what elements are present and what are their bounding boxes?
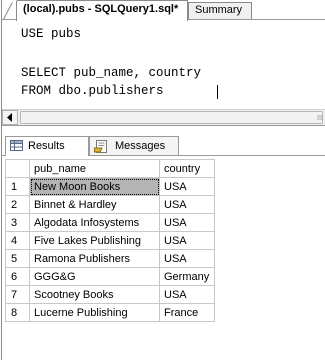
table-row: 3 Algodata Infosystems USA	[5, 213, 215, 232]
grid-cell-pub-name[interactable]: New Moon Books	[29, 177, 160, 196]
grid-cell-country[interactable]: USA	[159, 177, 215, 196]
tab-summary[interactable]: Summary	[188, 2, 252, 19]
column-header-country[interactable]: country	[159, 159, 215, 178]
grid-cell-country[interactable]: USA	[159, 195, 215, 214]
tab-sqlquery1[interactable]: (local).pubs - SQLQuery1.sql*	[16, 0, 188, 21]
table-row: 8 Lucerne Publishing France	[5, 303, 215, 322]
grid-cell-pub-name[interactable]: Lucerne Publishing	[29, 303, 160, 322]
results-panel: Results Messages pub_name country 1 New …	[2, 125, 325, 360]
tab-messages-label: Messages	[115, 140, 166, 152]
grid-cell-pub-name[interactable]: Binnet & Hardley	[29, 195, 160, 214]
table-row: 4 Five Lakes Publishing USA	[5, 231, 215, 250]
grid-cell-pub-name[interactable]: Scootney Books	[29, 285, 160, 304]
grid-icon	[10, 140, 23, 157]
code-line-4: FROM dbo.publishers	[21, 84, 164, 98]
grid-cell-country[interactable]: USA	[159, 249, 215, 268]
tab-messages[interactable]: Messages	[89, 136, 179, 155]
column-header-pub-name[interactable]: pub_name	[29, 159, 160, 178]
grid-cell-country[interactable]: USA	[159, 231, 215, 250]
text-caret	[217, 85, 218, 99]
tab-results-label: Results	[28, 140, 65, 152]
row-number[interactable]: 6	[5, 267, 30, 286]
grid-cell-country[interactable]: USA	[159, 213, 215, 232]
row-number[interactable]: 3	[5, 213, 30, 232]
row-number[interactable]: 8	[5, 303, 30, 322]
tab-results[interactable]: Results	[5, 136, 89, 156]
query-window: (local).pubs - SQLQuery1.sql* Summary US…	[0, 0, 325, 360]
scroll-left-button[interactable]	[2, 110, 18, 125]
row-number[interactable]: 2	[5, 195, 30, 214]
horizontal-scrollbar[interactable]: III	[2, 109, 325, 125]
table-row: 2 Binnet & Hardley USA	[5, 195, 215, 214]
row-number-header[interactable]	[5, 159, 30, 178]
table-row: 1 New Moon Books USA	[5, 177, 215, 196]
grid-cell-pub-name[interactable]: Ramona Publishers	[29, 249, 160, 268]
code-line-1: USE pubs	[21, 27, 82, 41]
table-row: 6 GGG&G Germany	[5, 267, 215, 286]
sql-editor[interactable]: USE pubs SELECT pub_name, country FROM d…	[2, 20, 325, 109]
document-tab-strip: (local).pubs - SQLQuery1.sql* Summary	[2, 0, 325, 21]
row-number[interactable]: 7	[5, 285, 30, 304]
grid-cell-country[interactable]: Germany	[159, 267, 215, 286]
chevron-left-icon	[6, 113, 14, 124]
grid-cell-country[interactable]: USA	[159, 285, 215, 304]
row-number[interactable]: 4	[5, 231, 30, 250]
scroll-grip: III	[317, 115, 323, 122]
grid-header-row: pub_name country	[5, 159, 215, 178]
grid-cell-country[interactable]: France	[159, 303, 215, 322]
grid-cell-pub-name[interactable]: GGG&G	[29, 267, 160, 286]
results-grid[interactable]: pub_name country 1 New Moon Books USA 2 …	[5, 159, 215, 322]
table-row: 7 Scootney Books USA	[5, 285, 215, 304]
code-line-3: SELECT pub_name, country	[21, 66, 202, 80]
grid-cell-pub-name[interactable]: Algodata Infosystems	[29, 213, 160, 232]
results-tab-strip: Results Messages	[2, 126, 325, 156]
table-row: 5 Ramona Publishers USA	[5, 249, 215, 268]
grid-cell-pub-name[interactable]: Five Lakes Publishing	[29, 231, 160, 250]
row-number[interactable]: 5	[5, 249, 30, 268]
scroll-thumb[interactable]: III	[20, 111, 323, 124]
messages-icon	[94, 140, 110, 159]
row-number[interactable]: 1	[5, 177, 30, 196]
